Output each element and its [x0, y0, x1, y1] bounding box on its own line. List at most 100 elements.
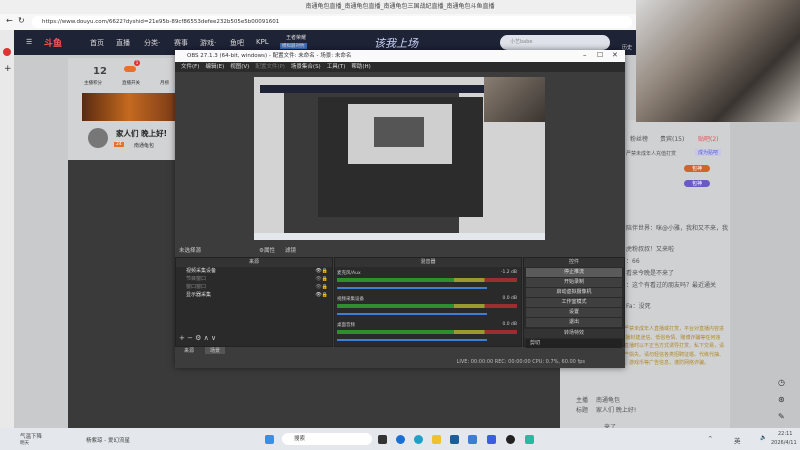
- clock-time[interactable]: 22:11: [778, 431, 792, 437]
- nav-promo-sub[interactable]: 模拟器对抗: [280, 43, 307, 49]
- nav-games[interactable]: 游戏·: [200, 38, 216, 48]
- app-icon[interactable]: [396, 435, 405, 444]
- transition-select[interactable]: 剪切: [526, 339, 622, 348]
- source-item[interactable]: 窗口窗口 👁🔒: [176, 283, 332, 291]
- source-item[interactable]: 节目窗口 👁🔒: [176, 275, 332, 283]
- explorer-icon[interactable]: [432, 435, 441, 444]
- taskbar: 气温下降 明天 杨紫琼 - 爱幻流星 搜索 ^ 英 🔈 22:11 2026/4…: [0, 428, 800, 450]
- obs-status-bar: LIVE: 00:00:00 REC: 00:00:00 CPU: 0.7%, …: [456, 359, 585, 365]
- nav-category[interactable]: 分类·: [144, 38, 160, 48]
- room-title-chat: 家人们 晚上好!: [596, 407, 637, 414]
- chat-message: 陪伴世界：咪@小雅，我和又不来，我: [626, 225, 729, 232]
- new-tab-icon[interactable]: +: [4, 64, 12, 74]
- tab-tieba[interactable]: 贴吧(2): [698, 134, 719, 143]
- nav-home[interactable]: 首页: [90, 38, 104, 48]
- app-icon[interactable]: [525, 435, 534, 444]
- anchor-name[interactable]: 南通龟包: [134, 142, 154, 149]
- title-label: 标题: [576, 407, 589, 414]
- live-toggle[interactable]: [124, 66, 136, 72]
- tab-sources[interactable]: 来源: [181, 347, 197, 354]
- avatar[interactable]: [88, 128, 108, 148]
- transition-title: 转场特效: [524, 329, 624, 338]
- level-badge: 24: [114, 142, 124, 147]
- ime-indicator[interactable]: 英: [734, 435, 741, 445]
- edge-icon[interactable]: [414, 435, 423, 444]
- media-label[interactable]: 杨紫琼 - 爱幻流星: [86, 436, 130, 444]
- menu-file[interactable]: 文件(F): [181, 64, 199, 70]
- host-label: 主播: [576, 397, 589, 404]
- live-label: 直播开关: [122, 81, 140, 86]
- tab-favicon-icon[interactable]: [3, 48, 11, 56]
- close-icon[interactable]: ✕: [612, 51, 618, 59]
- menu-scene-collection[interactable]: 场景集合(S): [291, 64, 321, 70]
- exit-button[interactable]: 退出: [526, 318, 622, 327]
- tab-scenes[interactable]: 场景: [205, 347, 226, 354]
- room-title: 家人们 晚上好!: [116, 129, 168, 138]
- no-source-label: 未选择源: [179, 248, 202, 254]
- nav-kpl[interactable]: KPL: [256, 38, 269, 46]
- start-recording-button[interactable]: 开始录制: [526, 278, 622, 287]
- virtual-camera-button[interactable]: 启动虚拟摄像机: [526, 288, 622, 297]
- taskbar-search[interactable]: 搜索: [282, 433, 372, 445]
- menu-profile[interactable]: 配置文件(P): [255, 64, 285, 70]
- month-label: 月榜: [160, 81, 169, 86]
- nav-promo[interactable]: 王者荣耀: [286, 34, 306, 41]
- eye-lock-icon: 👁🔒: [315, 276, 328, 282]
- obs-icon[interactable]: [506, 435, 515, 444]
- clock-date[interactable]: 2026/4/11: [771, 440, 797, 446]
- menu-tools[interactable]: 工具(T): [327, 64, 346, 70]
- menu-edit[interactable]: 编辑(E): [205, 64, 224, 70]
- menu-icon[interactable]: ☰: [26, 38, 32, 46]
- mixer-channel[interactable]: 麦克风/Aux -1.2 dB: [337, 270, 517, 289]
- weather-sub: 明天: [20, 441, 29, 446]
- url-input[interactable]: https://www.douyu.com/6622?dyshid=21e95b…: [32, 16, 632, 28]
- weather-label[interactable]: 气温下降: [20, 432, 42, 440]
- notification-badge: 1: [134, 60, 140, 66]
- kugou-icon[interactable]: [487, 435, 496, 444]
- tab-fans[interactable]: 粉丝榜: [630, 134, 648, 143]
- nav-fishbar[interactable]: 鱼吧: [230, 38, 244, 48]
- nav-events[interactable]: 赛事: [174, 38, 188, 48]
- settings-icon[interactable]: ⊛: [778, 395, 785, 404]
- search-input[interactable]: 小艺babe: [500, 35, 610, 50]
- source-toolbar[interactable]: + − ⚙ ∧ ∨: [179, 334, 216, 342]
- nav-live[interactable]: 直播: [116, 38, 130, 48]
- mixer-title: 混音器: [335, 258, 521, 267]
- back-icon[interactable]: ←: [6, 16, 13, 25]
- start-icon[interactable]: [265, 435, 274, 444]
- right-toolbar: ◷ ⊛ ✎: [730, 120, 800, 428]
- controls-dock: 控件 停止推流 开始录制 启动虚拟摄像机 工作室模式 设置 退出 转场特效 剪切: [523, 257, 625, 348]
- badge: 包神: [684, 180, 711, 187]
- refresh-icon[interactable]: ↻: [18, 16, 25, 25]
- timer-icon[interactable]: ◷: [778, 378, 785, 387]
- studio-mode-button[interactable]: 工作室模式: [526, 298, 622, 307]
- mixer-channel[interactable]: 桌面音频 0.0 dB: [337, 322, 517, 341]
- chat-message: ：这个有看过的朋友吗？最近通关: [626, 282, 717, 289]
- event-banner[interactable]: [82, 93, 176, 121]
- store-icon[interactable]: [450, 435, 459, 444]
- source-item[interactable]: 显示器采集 👁🔒: [176, 291, 332, 299]
- menu-help[interactable]: 帮助(H): [351, 64, 370, 70]
- tray-chevron-icon[interactable]: ^: [708, 436, 713, 442]
- maximize-icon[interactable]: ☐: [597, 51, 603, 59]
- app-icon[interactable]: [468, 435, 477, 444]
- taskview-icon[interactable]: [378, 435, 387, 444]
- tab-vip[interactable]: 贵宾(15): [660, 134, 684, 143]
- chat-message: 虎粉叔叔！又来啦: [626, 246, 675, 253]
- stop-stream-button[interactable]: 停止推流: [526, 268, 622, 277]
- menu-view[interactable]: 视图(V): [230, 64, 249, 70]
- minimize-icon[interactable]: –: [583, 51, 587, 59]
- settings-button[interactable]: 设置: [526, 308, 622, 317]
- douyu-logo[interactable]: 斗鱼: [44, 36, 62, 49]
- obs-preview[interactable]: [254, 77, 545, 240]
- source-item[interactable]: 视频采集设备 👁🔒: [176, 267, 332, 275]
- obs-menu: 文件(F) 编辑(E) 视图(V) 配置文件(P) 场景集合(S) 工具(T) 帮助(H): [175, 62, 625, 72]
- mixer-dock: 混音器 麦克风/Aux -1.2 dB 视频采集设备 0.0 dB 桌面音频 0.0 …: [334, 257, 522, 347]
- filters-button[interactable]: 滤镜: [285, 246, 296, 254]
- mixer-channel[interactable]: 视频采集设备 0.0 dB: [337, 296, 517, 315]
- properties-button[interactable]: ⚙属性: [259, 246, 275, 254]
- fan-button[interactable]: 成为贴吧: [695, 149, 722, 156]
- volume-icon[interactable]: 🔈: [760, 435, 767, 441]
- notice: 严禁未成年人充值打赏: [626, 151, 677, 157]
- edit-icon[interactable]: ✎: [778, 412, 785, 421]
